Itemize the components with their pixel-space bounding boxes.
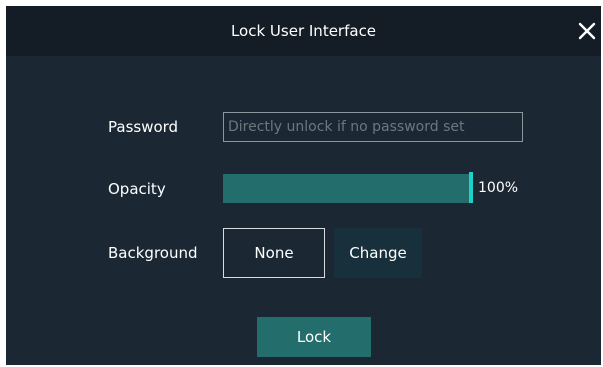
opacity-slider-track[interactable]	[223, 174, 473, 203]
dialog-titlebar: Lock User Interface	[6, 6, 601, 56]
close-icon[interactable]	[574, 18, 600, 44]
opacity-label: Opacity	[108, 180, 166, 198]
opacity-value: 100%	[478, 180, 519, 196]
background-label: Background	[108, 244, 198, 262]
background-none-button[interactable]: None	[223, 228, 325, 278]
lock-ui-dialog: Lock User Interface Password Opacity 100…	[6, 6, 601, 365]
background-change-button[interactable]: Change	[334, 228, 422, 278]
password-label: Password	[108, 118, 179, 136]
password-input[interactable]	[223, 112, 523, 142]
opacity-slider-handle[interactable]	[469, 172, 473, 203]
opacity-slider-fill	[223, 174, 473, 203]
dialog-title: Lock User Interface	[230, 22, 377, 40]
lock-button[interactable]: Lock	[257, 317, 371, 357]
